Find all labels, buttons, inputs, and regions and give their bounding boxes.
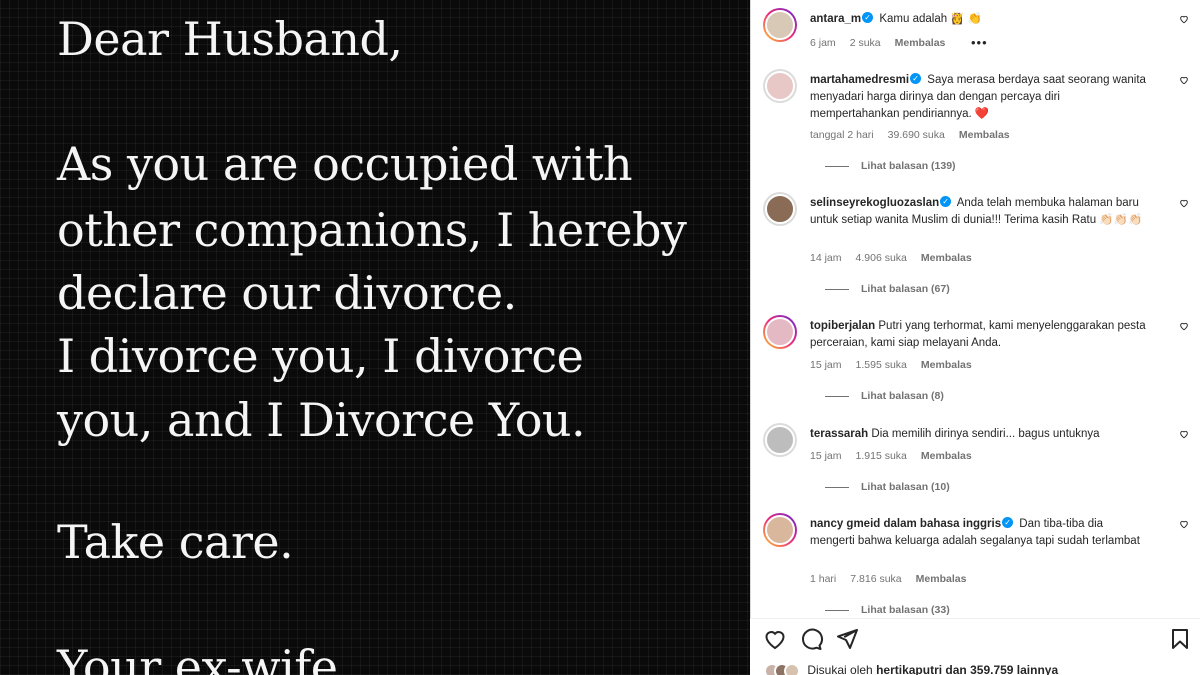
- letter-line: Take care.: [57, 515, 294, 569]
- letter-line: you, and I Divorce You.: [57, 393, 586, 447]
- comment-time[interactable]: 1 hari: [810, 573, 836, 585]
- avatar[interactable]: [763, 192, 797, 226]
- view-replies-button[interactable]: Lihat balasan (139): [825, 160, 956, 172]
- view-replies-button[interactable]: Lihat balasan (33): [825, 604, 950, 616]
- comment-likes[interactable]: 7.816 suka: [850, 573, 901, 585]
- reply-button[interactable]: Membalas: [921, 450, 972, 462]
- comment-time[interactable]: 6 jam: [810, 37, 836, 49]
- reply-button[interactable]: Membalas: [916, 573, 967, 585]
- comment-username[interactable]: terassarah: [810, 428, 868, 440]
- reply-button[interactable]: Membalas: [959, 129, 1010, 141]
- likes-count[interactable]: dan 359.759 lainnya: [945, 663, 1058, 675]
- letter-line: I divorce you, I divorce: [57, 329, 584, 383]
- comment-username[interactable]: nancy gmeid dalam bahasa inggris: [810, 518, 1001, 530]
- likes-prefix: Disukai oleh: [807, 663, 873, 675]
- verified-badge-icon: ✓: [940, 196, 952, 208]
- comment-time[interactable]: 15 jam: [810, 359, 842, 371]
- avatar[interactable]: [763, 69, 797, 103]
- bookmark-icon[interactable]: [1168, 627, 1192, 651]
- reply-button[interactable]: Membalas: [921, 252, 972, 264]
- avatar[interactable]: [763, 423, 797, 457]
- verified-badge-icon: ✓: [1002, 517, 1014, 529]
- comment-icon[interactable]: [799, 627, 823, 651]
- heart-icon[interactable]: [1179, 321, 1189, 331]
- comment-meta: 15 jam 1.915 suka Membalas: [810, 450, 986, 462]
- avatar: [784, 663, 800, 675]
- letter-line: Your ex-wife: [57, 640, 338, 675]
- likes-summary: Disukai oleh hertikaputri dan 359.759 la…: [764, 663, 1058, 675]
- comment-time[interactable]: tanggal 2 hari: [810, 129, 874, 141]
- liked-by-user[interactable]: hertikaputri: [876, 663, 942, 675]
- comment-text: Dia memilih dirinya sendiri... bagus unt…: [871, 428, 1100, 440]
- view-replies-button[interactable]: Lihat balasan (10): [825, 481, 950, 493]
- comment-username[interactable]: topiberjalan: [810, 320, 875, 332]
- heart-icon[interactable]: [1179, 14, 1189, 24]
- comment-username[interactable]: antara_m: [810, 13, 861, 25]
- post-image[interactable]: Dear Husband, As you are occupied with o…: [0, 0, 750, 675]
- letter-line: other companions, I hereby: [57, 203, 687, 257]
- reply-button[interactable]: Membalas: [921, 359, 972, 371]
- comments-panel[interactable]: antara_m ✓ Kamu adalah 👸 👏 6 jam 2 suka Mem…: [750, 0, 1200, 675]
- post-action-bar: Disukai oleh hertikaputri dan 359.759 la…: [750, 618, 1200, 675]
- comment-likes[interactable]: 1.595 suka: [856, 359, 907, 371]
- comment-meta: 14 jam 4.906 suka Membalas: [810, 252, 986, 264]
- comment-meta: 1 hari 7.816 suka Membalas: [810, 573, 980, 585]
- heart-icon[interactable]: [1179, 75, 1189, 85]
- comment-meta: 6 jam 2 suka Membalas: [810, 37, 959, 49]
- comment-username[interactable]: martahamedresmi: [810, 74, 909, 86]
- comment-time[interactable]: 15 jam: [810, 450, 842, 462]
- heart-icon[interactable]: [1179, 429, 1189, 439]
- comment-username[interactable]: selinseyrekogluozaslan: [810, 197, 939, 209]
- avatar[interactable]: [763, 513, 797, 547]
- comment-text: Kamu adalah 👸 👏: [879, 13, 983, 25]
- heart-icon[interactable]: [1179, 519, 1189, 529]
- comment-likes[interactable]: 4.906 suka: [856, 252, 907, 264]
- comment-likes[interactable]: 39.690 suka: [888, 129, 945, 141]
- more-options-icon[interactable]: •••: [971, 35, 988, 50]
- view-replies-button[interactable]: Lihat balasan (67): [825, 283, 950, 295]
- letter-line: Dear Husband,: [57, 12, 403, 66]
- view-replies-button[interactable]: Lihat balasan (8): [825, 390, 944, 402]
- letter-line: As you are occupied with: [57, 137, 633, 191]
- letter-line: declare our divorce.: [57, 266, 517, 320]
- heart-icon[interactable]: [1179, 198, 1189, 208]
- comment-likes[interactable]: 2 suka: [850, 37, 881, 49]
- avatar[interactable]: [763, 8, 797, 42]
- comment-meta: tanggal 2 hari 39.690 suka Membalas: [810, 129, 1024, 141]
- heart-icon[interactable]: [763, 627, 787, 651]
- reply-button[interactable]: Membalas: [895, 37, 946, 49]
- comment-meta: 15 jam 1.595 suka Membalas: [810, 359, 986, 371]
- comment-time[interactable]: 14 jam: [810, 252, 842, 264]
- share-icon[interactable]: [835, 627, 859, 651]
- avatar[interactable]: [763, 315, 797, 349]
- verified-badge-icon: ✓: [910, 73, 922, 85]
- comment-likes[interactable]: 1.915 suka: [856, 450, 907, 462]
- verified-badge-icon: ✓: [862, 12, 874, 24]
